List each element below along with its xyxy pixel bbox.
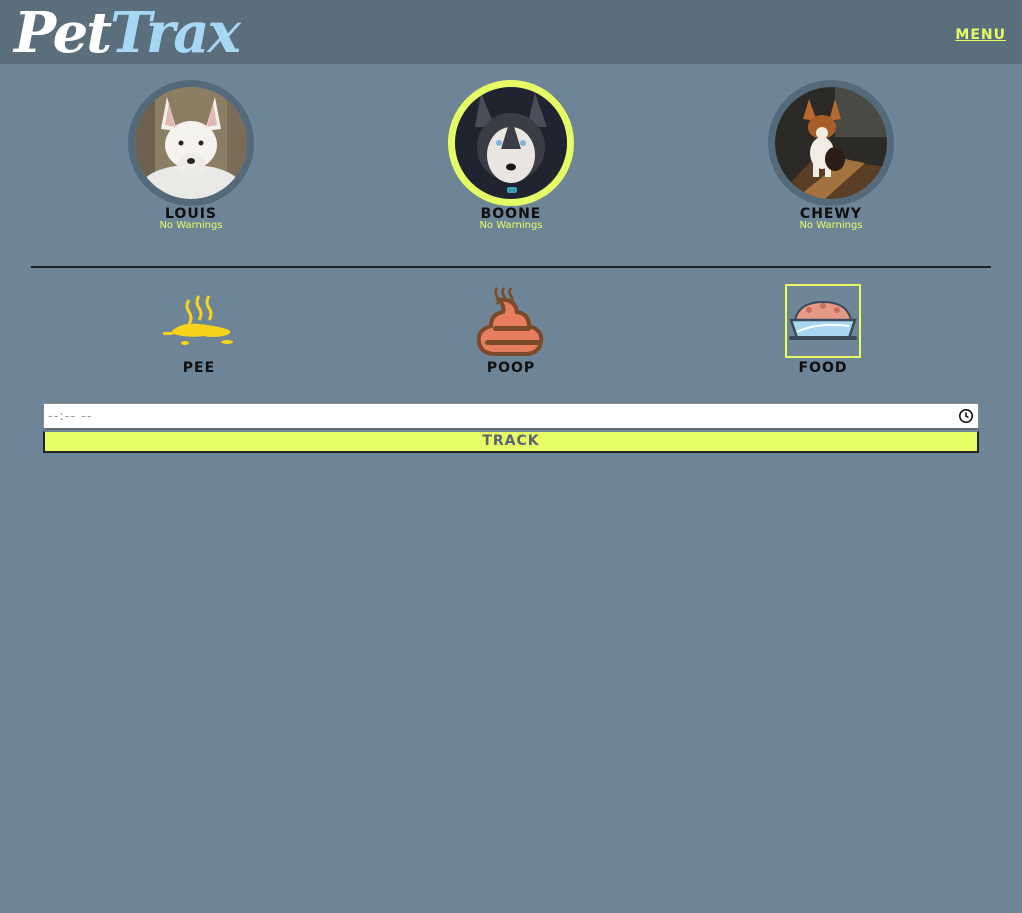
pet-avatar-louis [128,80,254,206]
pet-status-chewy: No Warnings [799,220,863,231]
pet-avatar-chewy [768,80,894,206]
activity-pee-label: PEE [182,360,216,376]
white-dog-photo-icon [135,87,247,199]
activity-pee-box [161,284,237,358]
pee-icon [163,295,233,345]
food-bowl-icon [789,300,857,340]
app-logo[interactable]: PetTrax [14,0,241,66]
time-input-value: --:-- -- [48,408,93,424]
clock-icon[interactable] [958,408,974,424]
pet-status-louis: No Warnings [159,220,223,231]
menu-link[interactable]: MENU [955,27,1006,43]
app-header: PetTrax MENU [0,0,1022,64]
activity-food-label: FOOD [798,360,848,376]
activity-poop-label: POOP [486,360,536,376]
section-divider [31,266,991,268]
corgi-dog-photo-icon [775,87,887,199]
activity-poop-box [473,284,549,358]
pet-status-boone: No Warnings [479,220,543,231]
logo-text-pet: Pet [14,0,112,66]
track-button[interactable]: TRACK [43,431,979,453]
activity-food-box [785,284,861,358]
logo-text-trax: Trax [110,0,241,66]
poop-icon [476,287,544,356]
husky-dog-photo-icon [455,87,567,199]
pet-avatar-boone [448,80,574,206]
time-input[interactable]: --:-- -- [43,403,979,430]
